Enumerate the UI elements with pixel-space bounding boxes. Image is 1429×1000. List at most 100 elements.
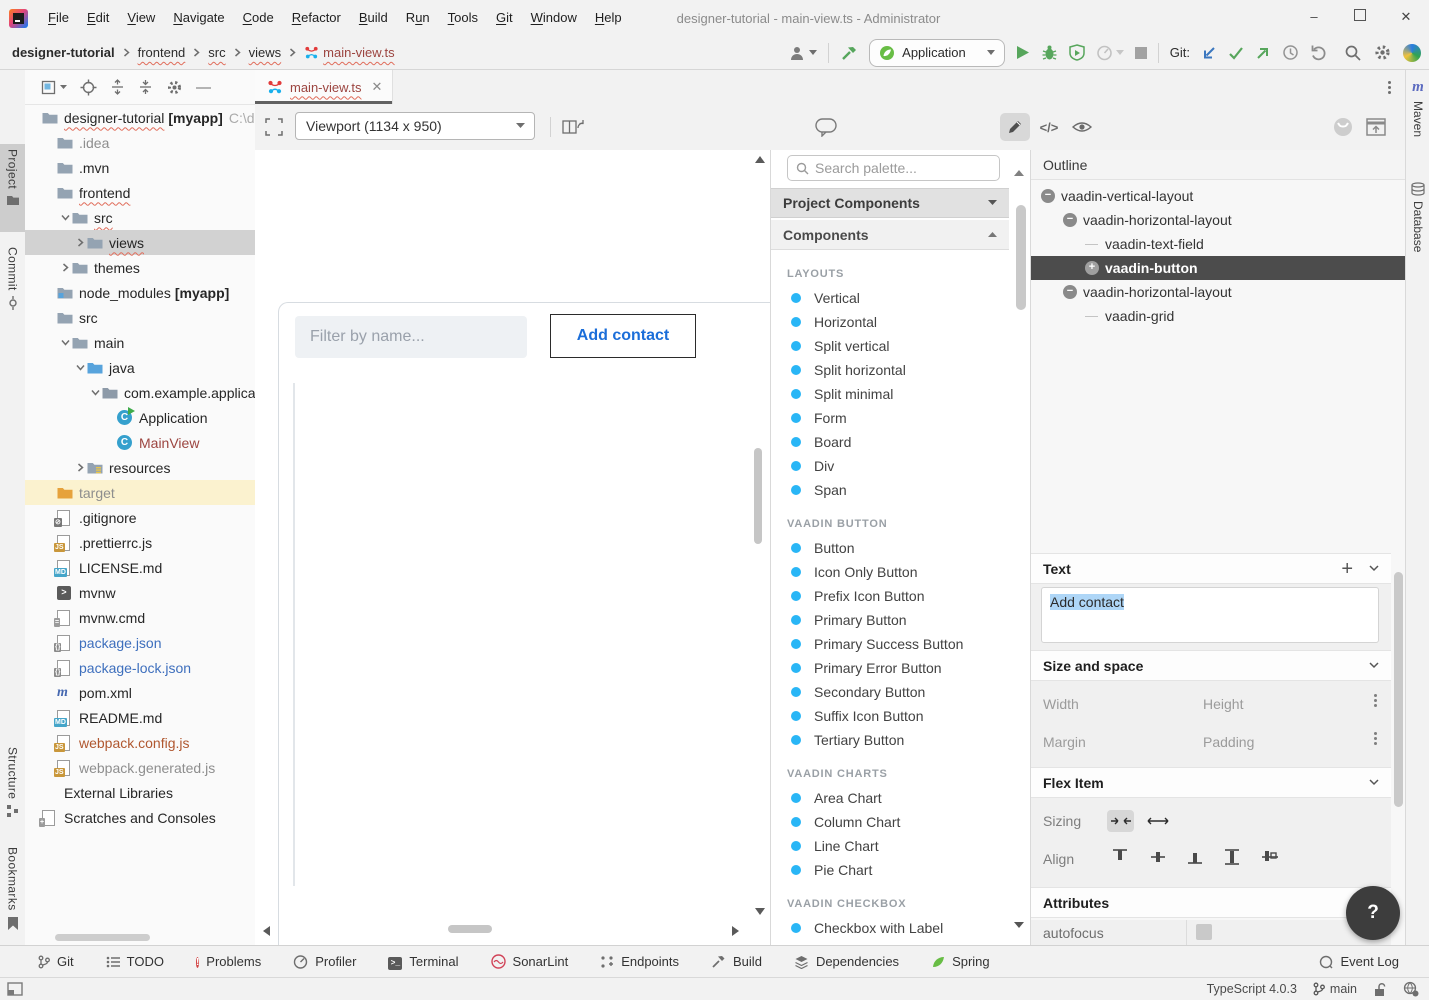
scroll-right-icon[interactable] [732,926,739,936]
git-push-button[interactable] [1255,45,1271,61]
palette-item-secondary-button[interactable]: Secondary Button [771,680,1009,704]
outline-node-vaadin-vertical-layout[interactable]: −vaadin-vertical-layout [1031,184,1406,208]
scroll-down-icon[interactable] [1014,922,1024,928]
palette-item-vertical[interactable]: Vertical [771,286,1009,310]
git-commit-button[interactable] [1228,46,1244,60]
tool-window-spring[interactable]: Spring [931,954,990,969]
more-tabs-icon[interactable] [1388,81,1391,94]
palette-item-prefix-icon-button[interactable]: Prefix Icon Button [771,584,1009,608]
palette-item-primary-error-button[interactable]: Primary Error Button [771,656,1009,680]
scroll-up-icon[interactable] [1014,170,1024,176]
menu-view[interactable]: View [118,0,164,36]
tab-close-icon[interactable]: ✕ [372,79,383,95]
toolwindow-toggle-icon[interactable] [7,982,23,996]
palette-item-line-chart[interactable]: Line Chart [771,834,1009,858]
design-canvas[interactable]: Filter by name... Add contact [255,150,770,945]
collapse-icon[interactable]: − [1063,213,1077,227]
chevron-down-icon[interactable] [1369,779,1379,786]
palette-item-icon-only-button[interactable]: Icon Only Button [771,560,1009,584]
menu-window[interactable]: Window [522,0,586,36]
chevron-down-icon[interactable] [1369,662,1379,669]
chevron-right-icon[interactable] [74,237,87,248]
tree-row--idea[interactable]: .idea [25,130,255,155]
lock-icon[interactable] [1373,982,1387,997]
tool-window-terminal[interactable]: >_Terminal [388,953,458,970]
align-stretch-icon[interactable] [1223,848,1241,866]
feedback-bubble-icon[interactable] [811,113,841,141]
settings-gear-icon[interactable] [1373,43,1392,62]
flex-shrink-icon[interactable] [1107,810,1134,832]
menu-run[interactable]: Run [397,0,439,36]
breadcrumb-item-designer-tutorial[interactable]: designer-tutorial [12,45,115,60]
tree-row-license-md[interactable]: MDLICENSE.md [25,555,255,580]
chevron-down-icon[interactable] [89,387,102,398]
menu-file[interactable]: File [39,0,78,36]
palette-item-pie-chart[interactable]: Pie Chart [771,858,1009,882]
maximize-button[interactable] [1337,0,1383,36]
project-components-header[interactable]: Project Components [771,188,1009,218]
stripe-tab-commit[interactable]: Commit [0,242,25,320]
viewport-select[interactable]: Viewport (1134 x 950) [295,112,535,140]
padding-field[interactable]: Padding [1203,734,1254,750]
git-branch-widget[interactable]: main [1313,982,1357,996]
tab-main-view[interactable]: main-view.ts ✕ [255,70,393,104]
run-configuration-select[interactable]: Application [869,39,1005,67]
menu-tools[interactable]: Tools [439,0,487,36]
search-everywhere-icon[interactable] [1344,44,1362,62]
height-field[interactable]: Height [1203,696,1243,712]
git-update-button[interactable] [1201,45,1217,61]
filter-text-field[interactable]: Filter by name... [295,316,527,358]
menu-edit[interactable]: Edit [78,0,118,36]
code-analysis-icon[interactable] [1403,981,1419,997]
tree-row-package-json[interactable]: {}package.json [25,630,255,655]
tree-row-frontend[interactable]: frontend [25,180,255,205]
palette-item-checkbox-with-label[interactable]: Checkbox with Label [771,916,1009,940]
tree-row--prettierrc-js[interactable]: JS.prettierrc.js [25,530,255,555]
palette-item-split-vertical[interactable]: Split vertical [771,334,1009,358]
collapse-all-icon[interactable] [138,79,153,95]
menu-navigate[interactable]: Navigate [164,0,233,36]
menu-build[interactable]: Build [350,0,397,36]
debug-button[interactable] [1041,44,1058,61]
tree-row-package-lock-json[interactable]: {}package-lock.json [25,655,255,680]
attribute-row-autofocus[interactable]: autofocus [1031,920,1391,945]
tree-row-java[interactable]: java [25,355,255,380]
outline-node-vaadin-grid[interactable]: vaadin-grid [1031,304,1406,328]
tool-window-endpoints[interactable]: Endpoints [600,954,679,969]
tool-window-sonarlint[interactable]: SonarLint [491,954,569,969]
align-center-icon[interactable] [1149,848,1167,866]
rollback-icon[interactable] [1310,44,1327,61]
tree-row--mvn[interactable]: .mvn [25,155,255,180]
stripe-tab-project[interactable]: Project [0,144,25,232]
expand-all-icon[interactable] [110,79,125,95]
components-header[interactable]: Components [771,220,1009,250]
stripe-tab-maven[interactable]: mMaven [1406,78,1429,166]
palette-scrollbar[interactable] [1016,205,1026,310]
palette-item-div[interactable]: Div [771,454,1009,478]
tree-row-com-example-applica[interactable]: com.example.applica [25,380,255,405]
expand-icon[interactable]: + [1085,261,1099,275]
menu-help[interactable]: Help [586,0,631,36]
tree-row-mvnw[interactable]: >mvnw [25,580,255,605]
tree-row-webpack-generated-js[interactable]: JSwebpack.generated.js [25,755,255,780]
tree-row-readme-md[interactable]: MDREADME.md [25,705,255,730]
stripe-tab-structure[interactable]: Structure [0,742,25,832]
user-icon[interactable] [789,45,817,61]
size-row-menu-icon[interactable] [1374,694,1377,707]
outline-node-vaadin-horizontal-layout[interactable]: −vaadin-horizontal-layout [1031,280,1406,304]
project-tree-hscrollbar[interactable] [55,934,150,941]
coverage-button[interactable] [1069,44,1085,61]
tree-row-designer-tutorial[interactable]: designer-tutorial [myapp]C:\dev\ [25,105,255,130]
menu-refactor[interactable]: Refactor [283,0,350,36]
tool-window-profiler[interactable]: Profiler [293,954,356,969]
tree-row-application[interactable]: CApplication [25,405,255,430]
tree-row--gitignore[interactable]: ⊘.gitignore [25,505,255,530]
menu-code[interactable]: Code [234,0,283,36]
typescript-version[interactable]: TypeScript 4.0.3 [1207,982,1297,996]
tree-row-scratches-and-consoles[interactable]: +Scratches and Consoles [25,805,255,830]
autofocus-checkbox[interactable] [1196,924,1212,940]
view-mode-icon[interactable] [41,80,67,95]
hide-panel-icon[interactable]: — [196,79,211,96]
locate-file-icon[interactable] [80,79,97,96]
palette-item-horizontal[interactable]: Horizontal [771,310,1009,334]
